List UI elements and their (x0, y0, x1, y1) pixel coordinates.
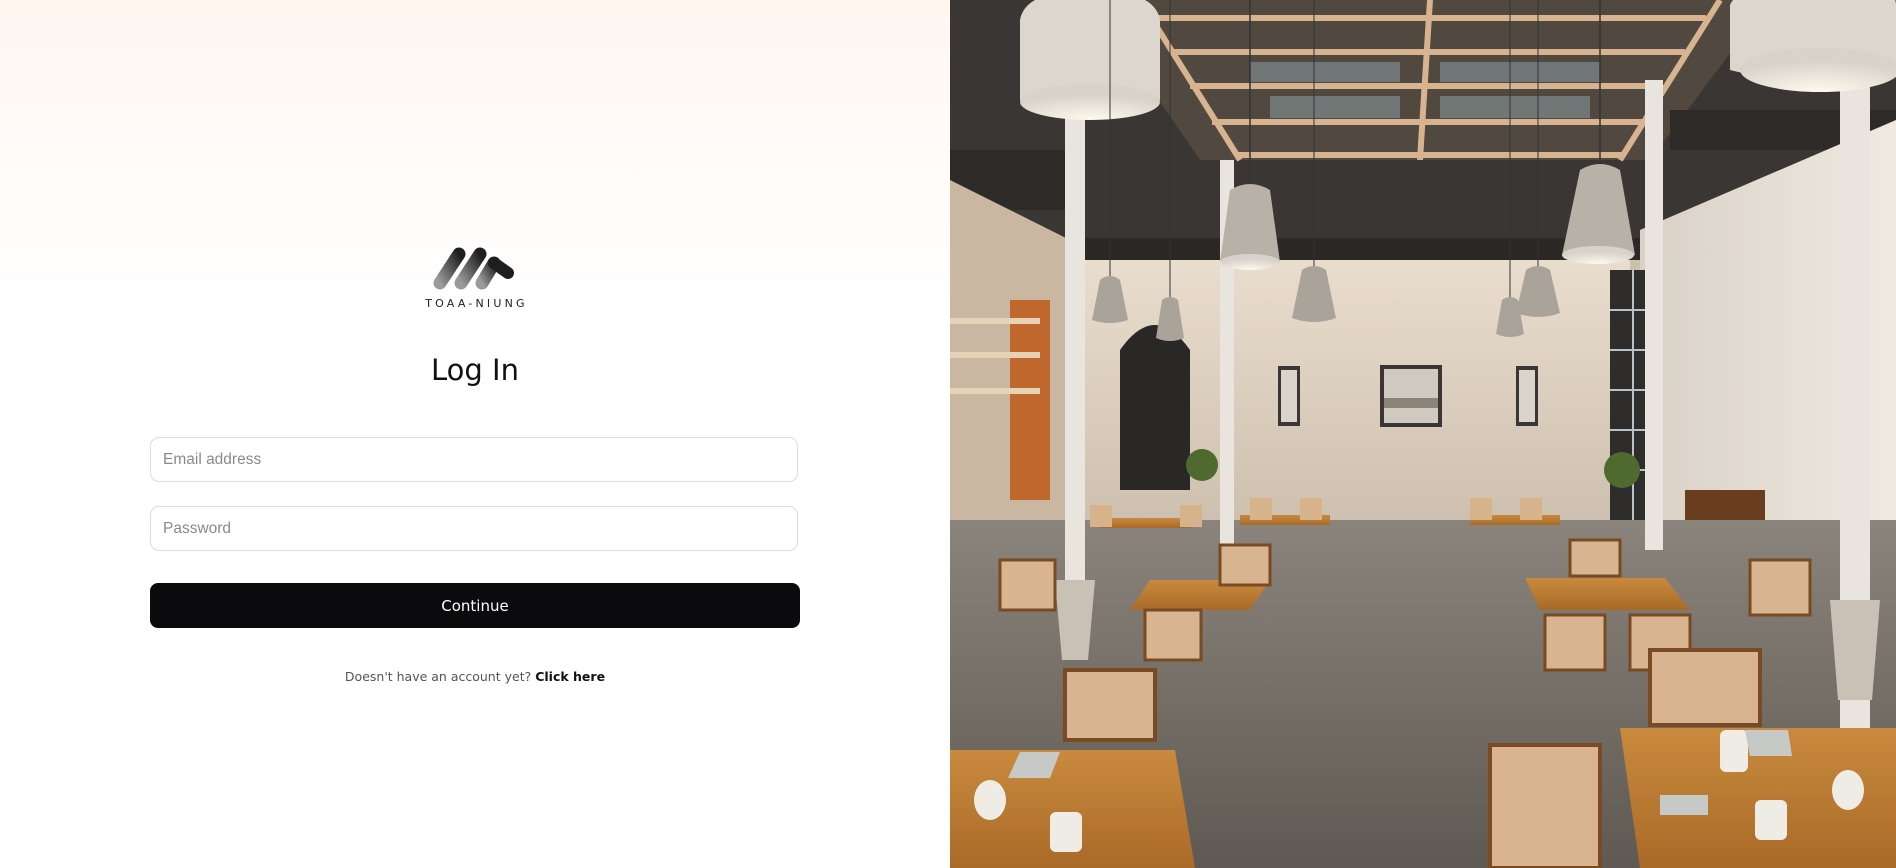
signup-prompt-text: Doesn't have an account yet? (344, 669, 532, 684)
brand-name: TOAA-NIUNG (425, 297, 528, 310)
page-title: Log In (431, 353, 519, 387)
signup-prompt: Doesn't have an account yet? Click here (0, 669, 950, 684)
continue-button[interactable]: Continue (150, 583, 800, 628)
login-page: TOAA-NIUNG Log In Continue Doesn't have … (0, 0, 1896, 868)
logo-mark-icon (433, 247, 514, 290)
login-panel: TOAA-NIUNG Log In Continue Doesn't have … (0, 0, 950, 868)
restaurant-interior-image (950, 0, 1896, 868)
brand-logo: TOAA-NIUNG (0, 245, 950, 310)
password-field[interactable] (150, 506, 798, 551)
email-field[interactable] (150, 437, 798, 482)
hero-panel (950, 0, 1896, 868)
signup-link[interactable]: Click here (535, 669, 605, 684)
